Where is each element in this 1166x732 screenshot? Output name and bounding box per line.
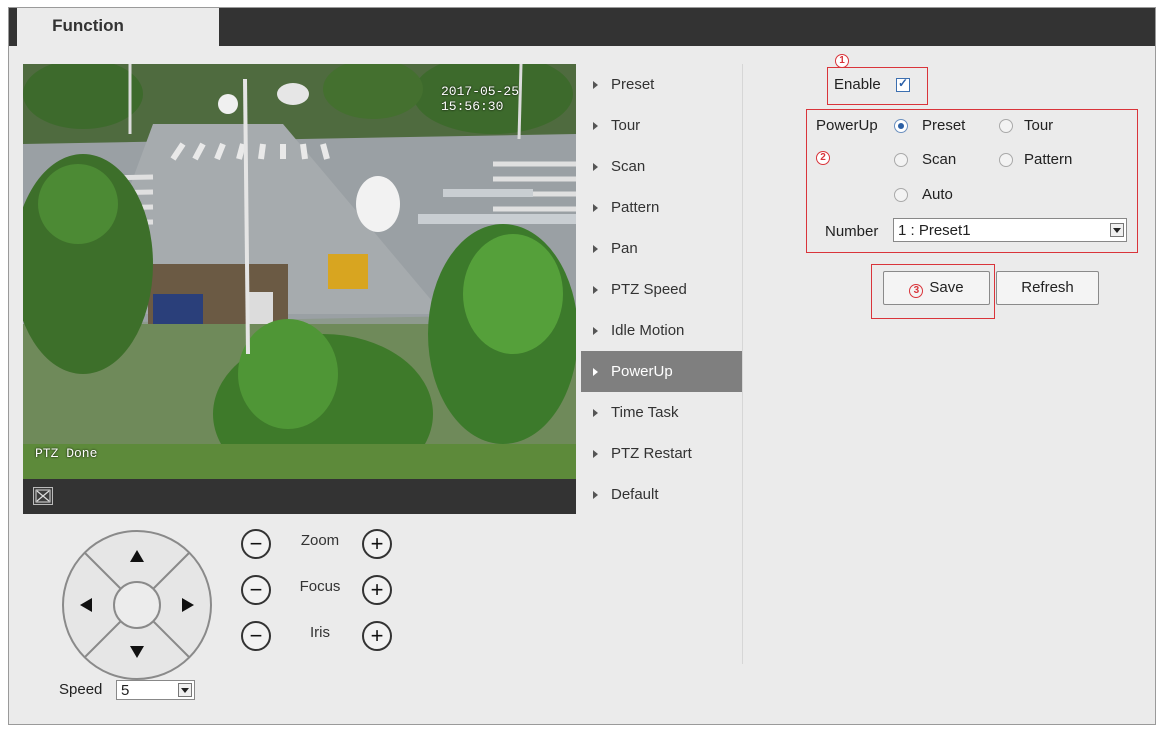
enable-checkbox[interactable]: [896, 76, 910, 92]
tab-function-label: Function: [52, 16, 124, 35]
chevron-down-icon[interactable]: [178, 683, 192, 697]
timestamp-osd: 2017-05-25 15:56:30: [441, 84, 520, 114]
zoom-label: Zoom: [300, 532, 340, 549]
menu-item-default[interactable]: Default: [581, 474, 742, 515]
focus-near-button[interactable]: −: [241, 575, 271, 605]
menu-item-idle-motion[interactable]: Idle Motion: [581, 310, 742, 351]
powerup-label: PowerUp: [816, 117, 878, 134]
zoom-in-button[interactable]: +: [362, 529, 392, 559]
number-select[interactable]: 1 : Preset1: [893, 218, 1127, 242]
menu-item-pattern[interactable]: Pattern: [581, 187, 742, 228]
number-label: Number: [825, 223, 879, 240]
fullscreen-icon[interactable]: [33, 487, 53, 505]
refresh-button[interactable]: Refresh: [996, 271, 1099, 305]
option-tour-label: Tour: [1024, 117, 1054, 134]
save-button-label: Save: [929, 279, 964, 296]
menu-item-scan[interactable]: Scan: [581, 146, 742, 187]
radio-auto[interactable]: [894, 188, 908, 202]
option-preset-label: Preset: [922, 117, 966, 134]
video-scene-image: [23, 64, 576, 479]
menu-item-tour[interactable]: Tour: [581, 105, 742, 146]
function-menu: Preset Tour Scan Pattern Pan PTZ Speed I…: [581, 64, 742, 515]
pan-right-icon[interactable]: [182, 598, 194, 612]
chevron-down-icon[interactable]: [1110, 223, 1124, 237]
menu-item-ptz-speed[interactable]: PTZ Speed: [581, 269, 742, 310]
menu-item-powerup[interactable]: PowerUp: [581, 351, 742, 392]
step3-badge: 3: [909, 284, 924, 298]
ptz-direction-pad: [62, 530, 212, 680]
menu-item-ptz-restart[interactable]: PTZ Restart: [581, 433, 742, 474]
option-pattern-label: Pattern: [1024, 151, 1073, 168]
pan-down-icon[interactable]: [130, 646, 144, 658]
iris-close-button[interactable]: −: [241, 621, 271, 651]
step1-badge: 1: [835, 54, 849, 68]
video-toolbar: [23, 479, 576, 514]
radio-pattern[interactable]: [999, 153, 1013, 167]
option-auto-label: Auto: [922, 186, 953, 203]
radio-tour[interactable]: [999, 119, 1013, 133]
speed-select-value: 5: [121, 682, 130, 699]
speed-select[interactable]: 5: [116, 680, 195, 700]
ptz-status-osd: PTZ Done: [35, 446, 98, 461]
enable-label: Enable: [834, 76, 881, 93]
save-button[interactable]: 3 Save: [883, 271, 990, 305]
menu-item-time-task[interactable]: Time Task: [581, 392, 742, 433]
focus-label: Focus: [299, 578, 341, 595]
video-preview: 2017-05-25 15:56:30 PTZ Done: [23, 64, 576, 479]
menu-item-preset[interactable]: Preset: [581, 64, 742, 105]
pan-up-icon[interactable]: [130, 550, 144, 562]
radio-preset[interactable]: [894, 119, 908, 133]
iris-label: Iris: [310, 624, 330, 641]
focus-far-button[interactable]: +: [362, 575, 392, 605]
zoom-out-button[interactable]: −: [241, 529, 271, 559]
number-select-value: 1 : Preset1: [898, 222, 971, 239]
iris-open-button[interactable]: +: [362, 621, 392, 651]
pan-left-icon[interactable]: [80, 598, 92, 612]
menu-divider: [742, 64, 743, 664]
function-panel: Function 2017-05-25 15:56:30 PTZ Done − …: [8, 7, 1156, 725]
tab-function[interactable]: Function: [17, 8, 219, 46]
radio-scan[interactable]: [894, 153, 908, 167]
speed-label: Speed: [59, 681, 103, 698]
ptz-center-button[interactable]: [113, 581, 161, 629]
menu-item-pan[interactable]: Pan: [581, 228, 742, 269]
step2-badge: 2: [816, 151, 830, 165]
option-scan-label: Scan: [922, 151, 957, 168]
